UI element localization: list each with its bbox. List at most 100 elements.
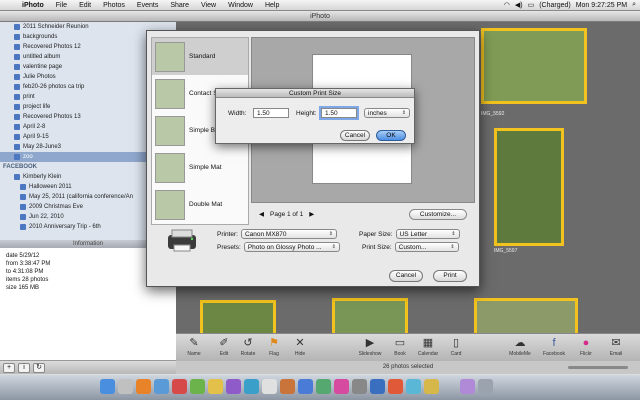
calendar-tool[interactable]: ▦ Calendar [414, 336, 442, 357]
flickr-tool[interactable]: ● Flickr [572, 336, 600, 357]
iphoto-icon[interactable] [316, 379, 331, 394]
photo-thumbnail[interactable] [332, 298, 408, 333]
spotlight-icon[interactable]: ⌕ [632, 1, 636, 9]
height-field[interactable]: 1.50 [321, 108, 357, 118]
selection-count: 26 photos selected [382, 364, 434, 370]
slideshow-tool[interactable]: ▶ Slideshow [356, 336, 384, 357]
app-icon[interactable] [208, 379, 223, 394]
menu-view[interactable]: View [195, 2, 222, 9]
add-icon[interactable]: + [3, 362, 15, 373]
email-tool[interactable]: ✉ Email [602, 336, 630, 357]
edit-icon: ✐ [219, 337, 229, 349]
menu-help[interactable]: Help [259, 2, 285, 9]
app-icon[interactable] [244, 379, 259, 394]
hide-tool[interactable]: ✕ Hide [286, 336, 314, 357]
height-label: Height: [296, 110, 317, 117]
menu-clock[interactable]: Mon 9:27:25 PM [576, 2, 627, 9]
facebook-tool[interactable]: f Facebook [540, 336, 568, 357]
album-icon [14, 104, 20, 110]
dashboard-icon[interactable] [118, 379, 133, 394]
app-icon[interactable] [388, 379, 403, 394]
app-icon[interactable] [370, 379, 385, 394]
wifi-icon[interactable]: ◠ [504, 1, 510, 9]
system-preferences-icon[interactable] [352, 379, 367, 394]
cancel-button[interactable]: Cancel [389, 270, 423, 282]
printer-select[interactable]: Canon MX870 ⇕ [240, 229, 337, 239]
calendar-app-icon[interactable] [262, 379, 277, 394]
theme-simple-mat[interactable]: Simple Mat [152, 149, 248, 186]
zoom-slider[interactable] [568, 366, 628, 369]
presets-select[interactable]: Photo on Glossy Photo ... ⇕ [243, 242, 340, 252]
battery-status[interactable]: (Charged) [539, 2, 571, 9]
theme-standard[interactable]: Standard [152, 38, 248, 75]
bottom-toolbar: ✎ Name ✐ Edit ↺ Rotate ⚑ Flag ✕ Hide ▶ Slidesh… [176, 333, 640, 361]
menu-file[interactable]: File [50, 2, 73, 9]
firefox-icon[interactable] [136, 379, 151, 394]
menu-app[interactable]: iPhoto [16, 2, 50, 9]
menu-bar: iPhoto File Edit Photos Events Share Vie… [0, 0, 640, 11]
facebook-album-label: Halloween 2011 [29, 184, 72, 190]
next-page-icon[interactable]: ▶ [309, 210, 314, 218]
rotate-icon[interactable]: ↻ [33, 362, 45, 373]
volume-icon[interactable]: ◀) [515, 1, 523, 9]
album-label: 2011 Schneider Reunion [23, 24, 89, 30]
tool-label: MobileMe [509, 351, 531, 357]
album-label: backgrounds [23, 34, 58, 40]
tool-label: Book [394, 351, 406, 357]
menu-photos[interactable]: Photos [97, 2, 131, 9]
photo-thumbnail[interactable] [481, 28, 587, 104]
tool-label: Hide [294, 351, 306, 357]
menu-share[interactable]: Share [164, 2, 195, 9]
flickr-icon: ● [582, 337, 590, 349]
hide-icon: ✕ [295, 337, 305, 349]
sheet-cancel-button[interactable]: Cancel [340, 130, 370, 141]
popup-arrows-icon: ⇕ [450, 244, 455, 250]
album-label: project life [23, 104, 51, 110]
album-label: May 28-June3 [23, 144, 62, 150]
flag-tool[interactable]: ⚑ Flag [260, 336, 288, 357]
battery-icon[interactable]: ▭ [528, 1, 535, 9]
theme-double-mat[interactable]: Double Mat [152, 186, 248, 223]
app-icon[interactable] [406, 379, 421, 394]
photo-thumbnail[interactable] [474, 298, 578, 333]
prev-page-icon[interactable]: ◀ [259, 210, 264, 218]
album-label: print [23, 94, 35, 100]
book-tool[interactable]: ▭ Book [386, 336, 414, 357]
card-tool[interactable]: ▯ Card [442, 336, 470, 357]
album-label: Recovered Photos 13 [23, 114, 81, 120]
downloads-stack-icon[interactable] [460, 379, 475, 394]
facebook-icon [14, 174, 20, 180]
album-label: valentine page [23, 64, 63, 70]
width-field[interactable]: 1.50 [253, 108, 289, 118]
itunes-icon[interactable] [334, 379, 349, 394]
album-label: April 2-8 [23, 124, 46, 130]
photo-thumbnail[interactable] [494, 128, 564, 246]
menu-window[interactable]: Window [222, 2, 259, 9]
name-icon: ✎ [189, 337, 199, 349]
menu-edit[interactable]: Edit [73, 2, 97, 9]
unit-select[interactable]: inches ⇕ [364, 108, 410, 118]
finder-icon[interactable] [100, 379, 115, 394]
app-icon[interactable] [226, 379, 241, 394]
ok-button[interactable]: OK [376, 130, 406, 141]
app-icon[interactable] [280, 379, 295, 394]
app-icon[interactable] [172, 379, 187, 394]
photo-thumbnail[interactable] [200, 300, 276, 333]
print-size-select[interactable]: Custom... ⇕ [394, 242, 459, 252]
paper-size-select[interactable]: US Letter ⇕ [395, 229, 460, 239]
app-icon[interactable] [190, 379, 205, 394]
menu-events[interactable]: Events [131, 2, 164, 9]
info-icon[interactable]: i [18, 362, 30, 373]
app-icon[interactable] [298, 379, 313, 394]
print-button[interactable]: Print [433, 270, 467, 282]
customize-button[interactable]: Customize... [408, 208, 467, 220]
tool-label: Card [450, 351, 462, 357]
rotate-tool[interactable]: ↺ Rotate [234, 336, 262, 357]
mobileme-tool[interactable]: ☁ MobileMe [506, 336, 534, 357]
trash-icon[interactable] [478, 379, 493, 394]
app-icon[interactable] [424, 379, 439, 394]
safari-icon[interactable] [154, 379, 169, 394]
width-label: Width: [228, 110, 247, 117]
name-tool[interactable]: ✎ Name [180, 336, 208, 357]
print-dialog: Standard Contact Sheet Simple Border Sim… [146, 30, 480, 287]
